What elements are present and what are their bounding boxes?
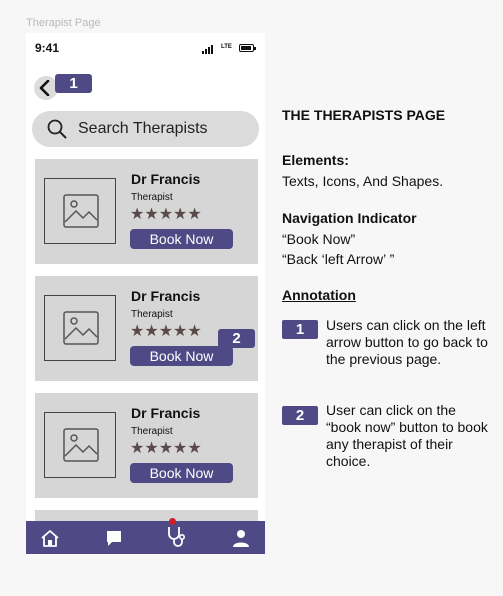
annotation-number-1: 1 <box>282 320 318 339</box>
left-arrow-icon <box>39 80 50 96</box>
status-time: 9:41 <box>35 41 60 55</box>
search-bar[interactable]: Search Therapists <box>32 111 259 147</box>
therapist-name: Dr Francis <box>131 171 201 187</box>
signal-bar <box>205 49 207 54</box>
nav-indicator-heading: Navigation Indicator <box>282 210 417 226</box>
profile-icon[interactable] <box>231 528 251 548</box>
stethoscope-icon[interactable] <box>165 525 187 549</box>
doc-title: THE THERAPISTS PAGE <box>282 107 446 123</box>
book-now-button[interactable]: Book Now <box>130 229 233 249</box>
nav-indicator-line-2: “Back ‘left Arrow’ ” <box>282 251 395 267</box>
book-now-button[interactable]: Book Now <box>130 346 233 366</box>
therapist-role: Therapist <box>131 192 173 203</box>
therapist-role: Therapist <box>131 426 173 437</box>
image-placeholder-icon <box>44 412 116 478</box>
book-now-button[interactable]: Book Now <box>130 463 233 483</box>
signal-bar <box>211 45 213 54</box>
annotation-marker-1: 1 <box>55 74 92 93</box>
rating-stars-icon: ★★★★★ <box>130 206 202 223</box>
home-icon[interactable] <box>40 528 60 548</box>
therapist-name: Dr Francis <box>131 288 201 304</box>
bottom-nav <box>26 518 265 554</box>
battery-icon <box>239 44 256 52</box>
frame-label: Therapist Page <box>26 17 101 29</box>
signal-bar <box>208 47 210 54</box>
search-placeholder: Search Therapists <box>78 120 208 137</box>
network-label: LTE <box>221 44 232 50</box>
elements-text: Texts, Icons, And Shapes. <box>282 173 444 189</box>
therapist-name: Dr Francis <box>131 405 201 421</box>
annotation-number-2: 2 <box>282 406 318 425</box>
chat-icon[interactable] <box>104 528 124 548</box>
search-icon <box>47 119 67 139</box>
annotation-text-2: User can click on the “book now” button … <box>326 402 488 469</box>
signal-bar <box>202 51 204 54</box>
rating-stars-icon: ★★★★★ <box>130 323 202 340</box>
annotation-text-1: Users can click on the left arrow button… <box>326 317 488 367</box>
therapist-role: Therapist <box>131 309 173 320</box>
therapist-card: Dr Francis Therapist ★★★★★ Book Now <box>35 159 258 264</box>
status-icons: LTE <box>202 44 258 54</box>
therapist-card: Dr Francis Therapist ★★★★★ Book Now <box>35 393 258 498</box>
nav-indicator-line-1: “Book Now” <box>282 231 356 247</box>
annotation-marker-2: 2 <box>218 329 255 348</box>
image-placeholder-icon <box>44 178 116 244</box>
rating-stars-icon: ★★★★★ <box>130 440 202 457</box>
notification-dot <box>169 518 176 525</box>
elements-heading: Elements: <box>282 152 349 168</box>
annotation-heading: Annotation <box>282 287 356 303</box>
phone-screen: 9:41 LTE 1 Search Therapists Dr Francis … <box>26 33 265 554</box>
image-placeholder-icon <box>44 295 116 361</box>
